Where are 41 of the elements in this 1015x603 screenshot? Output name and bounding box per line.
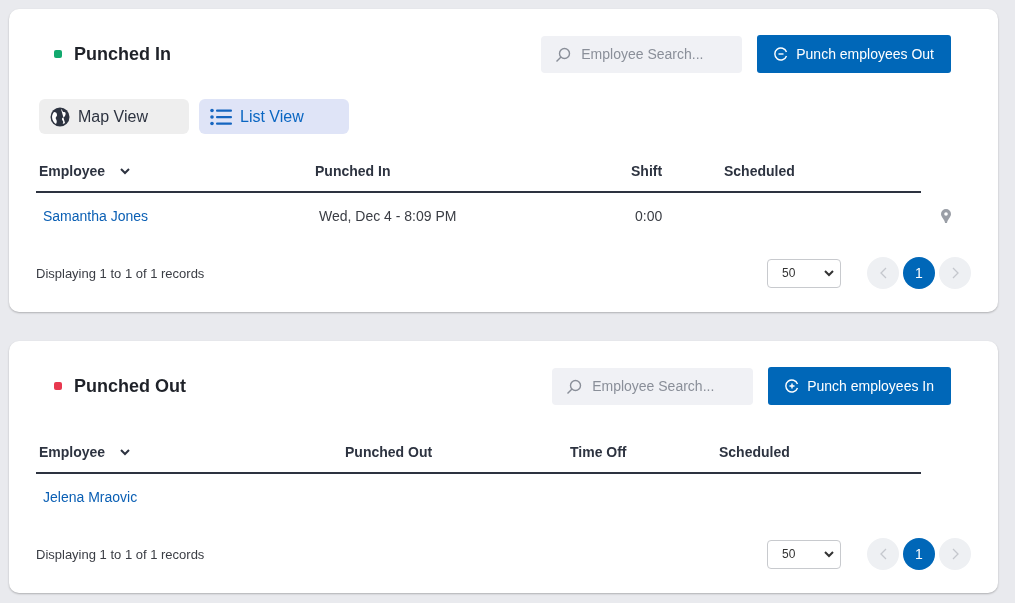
- chevron-down-icon[interactable]: [120, 167, 131, 175]
- employee-link[interactable]: Jelena Mraovic: [43, 489, 138, 505]
- list-icon: [210, 107, 232, 126]
- chevron-left-icon: [879, 267, 887, 279]
- circle-minus-icon: [774, 47, 789, 61]
- column-header[interactable]: Employee: [39, 163, 106, 179]
- page-button[interactable]: 1: [903, 257, 935, 289]
- section-title: Punched Out: [74, 375, 186, 397]
- search-icon: [555, 46, 572, 63]
- page-size-select[interactable]: 50: [767, 258, 841, 288]
- page-button[interactable]: 1: [903, 538, 935, 570]
- column-header: Scheduled: [719, 444, 790, 460]
- search-field[interactable]: Employee Search...: [552, 367, 754, 405]
- column-header: Shift: [631, 163, 663, 179]
- column-header[interactable]: Employee: [39, 444, 106, 460]
- view-tab[interactable]: Map View: [39, 99, 189, 134]
- chevron-right-icon: [951, 548, 959, 560]
- column-header: Punched In: [315, 163, 391, 179]
- column-header: Scheduled: [724, 163, 795, 179]
- section-title: Punched In: [74, 43, 171, 65]
- view-tab[interactable]: List View: [199, 99, 349, 134]
- page-size-select[interactable]: 50: [767, 539, 841, 569]
- employee-link[interactable]: Samantha Jones: [43, 208, 149, 224]
- circle-plus-icon: [785, 379, 800, 393]
- chevron-right-icon: [951, 267, 959, 279]
- search-field[interactable]: Employee Search...: [541, 35, 743, 73]
- column-header: Punched Out: [345, 444, 433, 460]
- column-header: Time Off: [570, 444, 627, 460]
- globe-icon: [50, 106, 70, 127]
- chevron-down-icon: [824, 550, 834, 558]
- punch-button[interactable]: Punch employees Out: [757, 35, 951, 73]
- punch-button[interactable]: Punch employees In: [768, 367, 951, 405]
- chevron-down-icon: [824, 269, 834, 277]
- table-cell: Wed, Dec 4 - 8:09 PM: [319, 208, 457, 224]
- map-pin-icon[interactable]: [941, 209, 951, 223]
- chevron-left-icon: [879, 548, 887, 560]
- search-icon: [566, 378, 583, 395]
- records-summary: Displaying 1 to 1 of 1 records: [36, 546, 206, 562]
- table-cell: 0:00: [635, 208, 663, 224]
- records-summary: Displaying 1 to 1 of 1 records: [36, 265, 206, 281]
- chevron-down-icon[interactable]: [120, 448, 131, 456]
